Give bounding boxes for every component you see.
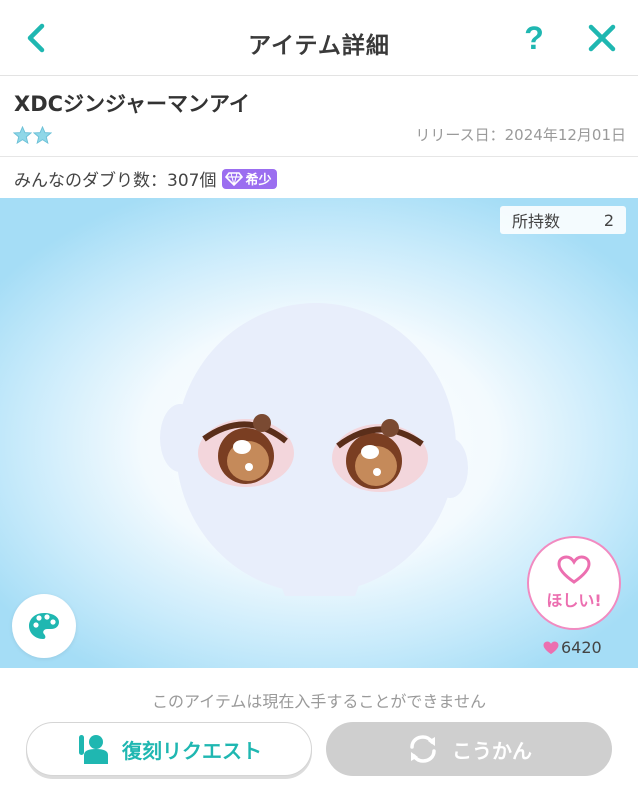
owned-label: 所持数 <box>512 212 561 231</box>
want-button[interactable]: ほしい! <box>527 536 621 630</box>
rarity-stars <box>13 126 52 144</box>
exchange-icon <box>410 735 436 763</box>
close-button[interactable] <box>582 18 622 58</box>
trade-button[interactable]: こうかん <box>326 722 612 776</box>
star-icon <box>33 126 52 144</box>
reissue-request-button[interactable]: 復刻リクエスト <box>26 722 312 776</box>
help-icon: ? <box>524 19 544 56</box>
raise-hand-user-icon <box>79 735 108 764</box>
diamond-icon <box>225 171 244 186</box>
item-name: XDCジンジャーマンアイ <box>14 92 250 116</box>
item-preview: 所持数 2 ほしい! 6420 <box>0 198 638 668</box>
like-count: 6420 <box>543 638 602 657</box>
header: アイテム詳細 ? <box>0 0 638 76</box>
release-date: リリース日：2024年12月01日 <box>415 126 626 144</box>
heart-outline-icon <box>557 555 591 584</box>
help-button[interactable]: ? <box>514 18 554 58</box>
unavailable-notice: このアイテムは現在入手することができません <box>152 692 486 711</box>
like-count-value: 6420 <box>561 638 602 657</box>
avatar-preview <box>160 303 468 596</box>
palette-icon <box>29 613 59 639</box>
owned-number: 2 <box>603 210 614 230</box>
close-icon <box>588 24 616 52</box>
reissue-request-label: 復刻リクエスト <box>122 738 262 763</box>
trade-label: こうかん <box>452 738 532 763</box>
owned-count: 所持数 2 <box>500 206 626 234</box>
duplicate-count: みんなのダブり数：307個 希少 <box>14 166 278 191</box>
want-label: ほしい! <box>546 591 602 610</box>
star-icon <box>13 126 32 144</box>
heart-icon <box>543 640 559 654</box>
rarity-badge-label: 希少 <box>245 173 272 188</box>
rarity-badge: 希少 <box>222 168 278 189</box>
color-palette-button[interactable] <box>12 594 76 658</box>
duplicate-count-text: みんなのダブり数：307個 <box>14 171 217 191</box>
divider <box>0 156 638 157</box>
